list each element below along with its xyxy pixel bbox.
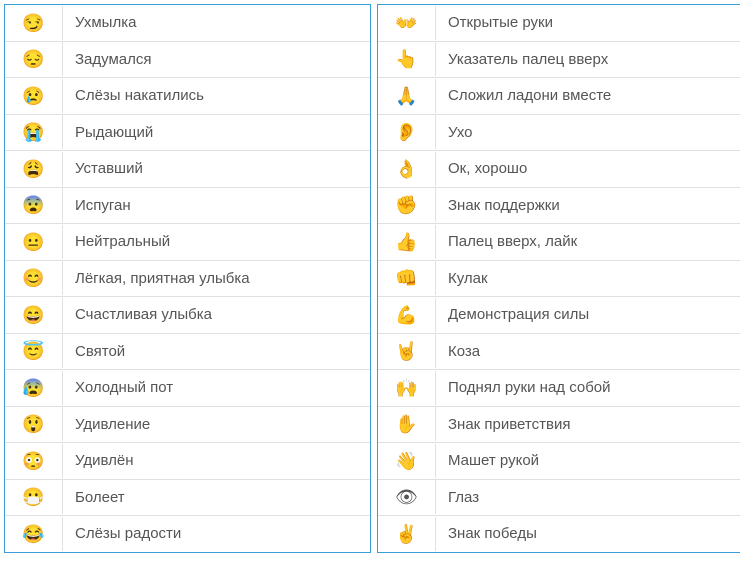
- emoji-icon: 🙏: [378, 79, 436, 113]
- emoji-label: Знак поддержки: [436, 188, 740, 224]
- table-row: 😇Святой: [5, 334, 370, 371]
- table-row: ✌Знак победы: [378, 516, 740, 552]
- table-row: 👆Указатель палец вверх: [378, 42, 740, 79]
- emoji-icon: ✋: [378, 407, 436, 441]
- emoji-icon: 😳: [5, 444, 63, 478]
- table-row: ✊Знак поддержки: [378, 188, 740, 225]
- emoji-icon: 😊: [5, 261, 63, 295]
- emoji-label: Слёзы накатились: [63, 78, 370, 114]
- emoji-label: Палец вверх, лайк: [436, 224, 740, 260]
- emoji-icon: 👋: [378, 444, 436, 478]
- emoji-label: Уставший: [63, 151, 370, 187]
- emoji-label: Сложил ладони вместе: [436, 78, 740, 114]
- emoji-icon: 👐: [378, 6, 436, 40]
- table-row: 😄Счастливая улыбка: [5, 297, 370, 334]
- emoji-label: Открытые руки: [436, 5, 740, 41]
- emoji-icon: 😄: [5, 298, 63, 332]
- emoji-label: Нейтральный: [63, 224, 370, 260]
- emoji-icon: 😲: [5, 407, 63, 441]
- emoji-icon: 😂: [5, 517, 63, 551]
- emoji-label: Знак победы: [436, 516, 740, 552]
- emoji-icon: 👌: [378, 152, 436, 186]
- emoji-label: Болеет: [63, 480, 370, 516]
- emoji-label: Удивление: [63, 407, 370, 443]
- table-row: 👂Ухо: [378, 115, 740, 152]
- emoji-icon: 😩: [5, 152, 63, 186]
- emoji-label: Слёзы радости: [63, 516, 370, 552]
- table-row: 😢Слёзы накатились: [5, 78, 370, 115]
- emoji-icon: 👆: [378, 42, 436, 76]
- table-row: 💪Демонстрация силы: [378, 297, 740, 334]
- emoji-tables-container: 😏Ухмылка 😔Задумался 😢Слёзы накатились 😭Р…: [4, 4, 740, 553]
- emoji-label: Лёгкая, приятная улыбка: [63, 261, 370, 297]
- emoji-label: Машет рукой: [436, 443, 740, 479]
- emoji-icon: 😏: [5, 6, 63, 40]
- emoji-icon: 😔: [5, 42, 63, 76]
- table-row: 🙌Поднял руки над собой: [378, 370, 740, 407]
- emoji-label: Ок, хорошо: [436, 151, 740, 187]
- emoji-table-left: 😏Ухмылка 😔Задумался 😢Слёзы накатились 😭Р…: [4, 4, 371, 553]
- table-row: 😩Уставший: [5, 151, 370, 188]
- emoji-icon: 😷: [5, 480, 63, 514]
- table-row: 😰Холодный пот: [5, 370, 370, 407]
- table-row: 😏Ухмылка: [5, 5, 370, 42]
- emoji-label: Демонстрация силы: [436, 297, 740, 333]
- emoji-label: Испуган: [63, 188, 370, 224]
- table-row: 😨Испуган: [5, 188, 370, 225]
- emoji-label: Ухо: [436, 115, 740, 151]
- table-row: 👁Глаз: [378, 480, 740, 517]
- emoji-icon: 🙌: [378, 371, 436, 405]
- emoji-label: Холодный пот: [63, 370, 370, 406]
- table-row: 👊Кулак: [378, 261, 740, 298]
- table-row: 😭Рыдающий: [5, 115, 370, 152]
- emoji-label: Рыдающий: [63, 115, 370, 151]
- emoji-table-right: 👐Открытые руки 👆Указатель палец вверх 🙏С…: [377, 4, 740, 553]
- table-row: 😷Болеет: [5, 480, 370, 517]
- table-row: ✋Знак приветствия: [378, 407, 740, 444]
- emoji-label: Поднял руки над собой: [436, 370, 740, 406]
- table-row: 🙏Сложил ладони вместе: [378, 78, 740, 115]
- emoji-icon: 😨: [5, 188, 63, 222]
- emoji-icon: 👁: [378, 480, 436, 514]
- emoji-label: Удивлён: [63, 443, 370, 479]
- emoji-icon: 😐: [5, 225, 63, 259]
- table-row: 😔Задумался: [5, 42, 370, 79]
- emoji-icon: 🤘: [378, 334, 436, 368]
- table-row: 👌Ок, хорошо: [378, 151, 740, 188]
- emoji-label: Ухмылка: [63, 5, 370, 41]
- emoji-icon: 😢: [5, 79, 63, 113]
- emoji-label: Коза: [436, 334, 740, 370]
- emoji-icon: 😭: [5, 115, 63, 149]
- table-row: 😊Лёгкая, приятная улыбка: [5, 261, 370, 298]
- table-row: 😂Слёзы радости: [5, 516, 370, 552]
- emoji-icon: 😇: [5, 334, 63, 368]
- table-row: 👍Палец вверх, лайк: [378, 224, 740, 261]
- emoji-label: Счастливая улыбка: [63, 297, 370, 333]
- emoji-label: Задумался: [63, 42, 370, 78]
- table-row: 👋Машет рукой: [378, 443, 740, 480]
- emoji-icon: 👂: [378, 115, 436, 149]
- emoji-label: Кулак: [436, 261, 740, 297]
- emoji-icon: ✊: [378, 188, 436, 222]
- emoji-label: Святой: [63, 334, 370, 370]
- emoji-label: Указатель палец вверх: [436, 42, 740, 78]
- table-row: 😐Нейтральный: [5, 224, 370, 261]
- table-row: 👐Открытые руки: [378, 5, 740, 42]
- emoji-icon: ✌: [378, 517, 436, 551]
- emoji-icon: 💪: [378, 298, 436, 332]
- emoji-label: Знак приветствия: [436, 407, 740, 443]
- emoji-label: Глаз: [436, 480, 740, 516]
- emoji-icon: 😰: [5, 371, 63, 405]
- table-row: 😲Удивление: [5, 407, 370, 444]
- table-row: 🤘Коза: [378, 334, 740, 371]
- table-row: 😳Удивлён: [5, 443, 370, 480]
- emoji-icon: 👊: [378, 261, 436, 295]
- emoji-icon: 👍: [378, 225, 436, 259]
